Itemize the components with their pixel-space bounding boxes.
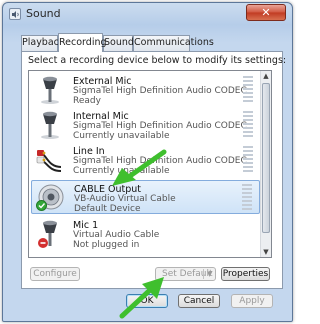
device-status: Default Device [74, 204, 141, 214]
device-description: SigmaTel High Definition Audio CODEC [73, 86, 247, 96]
list-item[interactable]: Mic 1 Virtual Audio Cable Not plugged in [31, 217, 260, 251]
tab-playback[interactable]: Playback [21, 35, 64, 51]
vertical-scrollbar[interactable]: ▲ ▼ [260, 71, 271, 257]
device-description: Virtual Audio Cable [73, 230, 160, 240]
close-button[interactable]: ✕ [246, 4, 286, 21]
device-status: Not plugged in [73, 240, 140, 250]
tab-recording[interactable]: Recording [58, 33, 107, 52]
speaker-icon [9, 8, 21, 20]
apply-button[interactable]: Apply [231, 294, 273, 308]
device-description: SigmaTel High Definition Audio CODEC [73, 121, 247, 131]
default-check-icon [36, 200, 47, 211]
properties-button[interactable]: Properties [221, 267, 270, 281]
microphone-icon [38, 220, 57, 248]
window-title: Sound [26, 7, 61, 20]
line-in-cable-icon [36, 150, 62, 172]
microphone-icon [41, 111, 59, 139]
configure-button[interactable]: Configure [30, 267, 80, 281]
list-item[interactable]: External Mic SigmaTel High Definition Au… [31, 73, 260, 107]
tab-communications[interactable]: Communications [133, 35, 214, 51]
annotation-arrow-icon [119, 277, 164, 319]
list-item[interactable]: Internal Mic SigmaTel High Definition Au… [31, 108, 260, 142]
tab-sounds[interactable]: Sounds [103, 35, 139, 51]
device-status: Ready [73, 96, 101, 106]
level-meter [242, 184, 252, 212]
instruction-text: Select a recording device below to modif… [28, 55, 287, 66]
scrollbar-thumb[interactable] [262, 83, 270, 233]
scroll-down-icon[interactable]: ▼ [261, 247, 271, 257]
cancel-button[interactable]: Cancel [178, 294, 220, 308]
scroll-up-icon[interactable]: ▲ [261, 71, 271, 81]
level-meter [243, 146, 253, 174]
chevron-down-icon[interactable]: ▼ [207, 268, 212, 280]
split-divider [203, 269, 204, 279]
microphone-icon [41, 76, 59, 104]
device-description: VB-Audio Virtual Cable [74, 194, 176, 204]
level-meter [243, 76, 253, 104]
level-meter [243, 111, 253, 139]
device-status: Currently unavailable [73, 131, 170, 141]
annotation-arrow-icon [112, 149, 167, 186]
title-bar[interactable]: Sound ✕ [3, 3, 292, 25]
